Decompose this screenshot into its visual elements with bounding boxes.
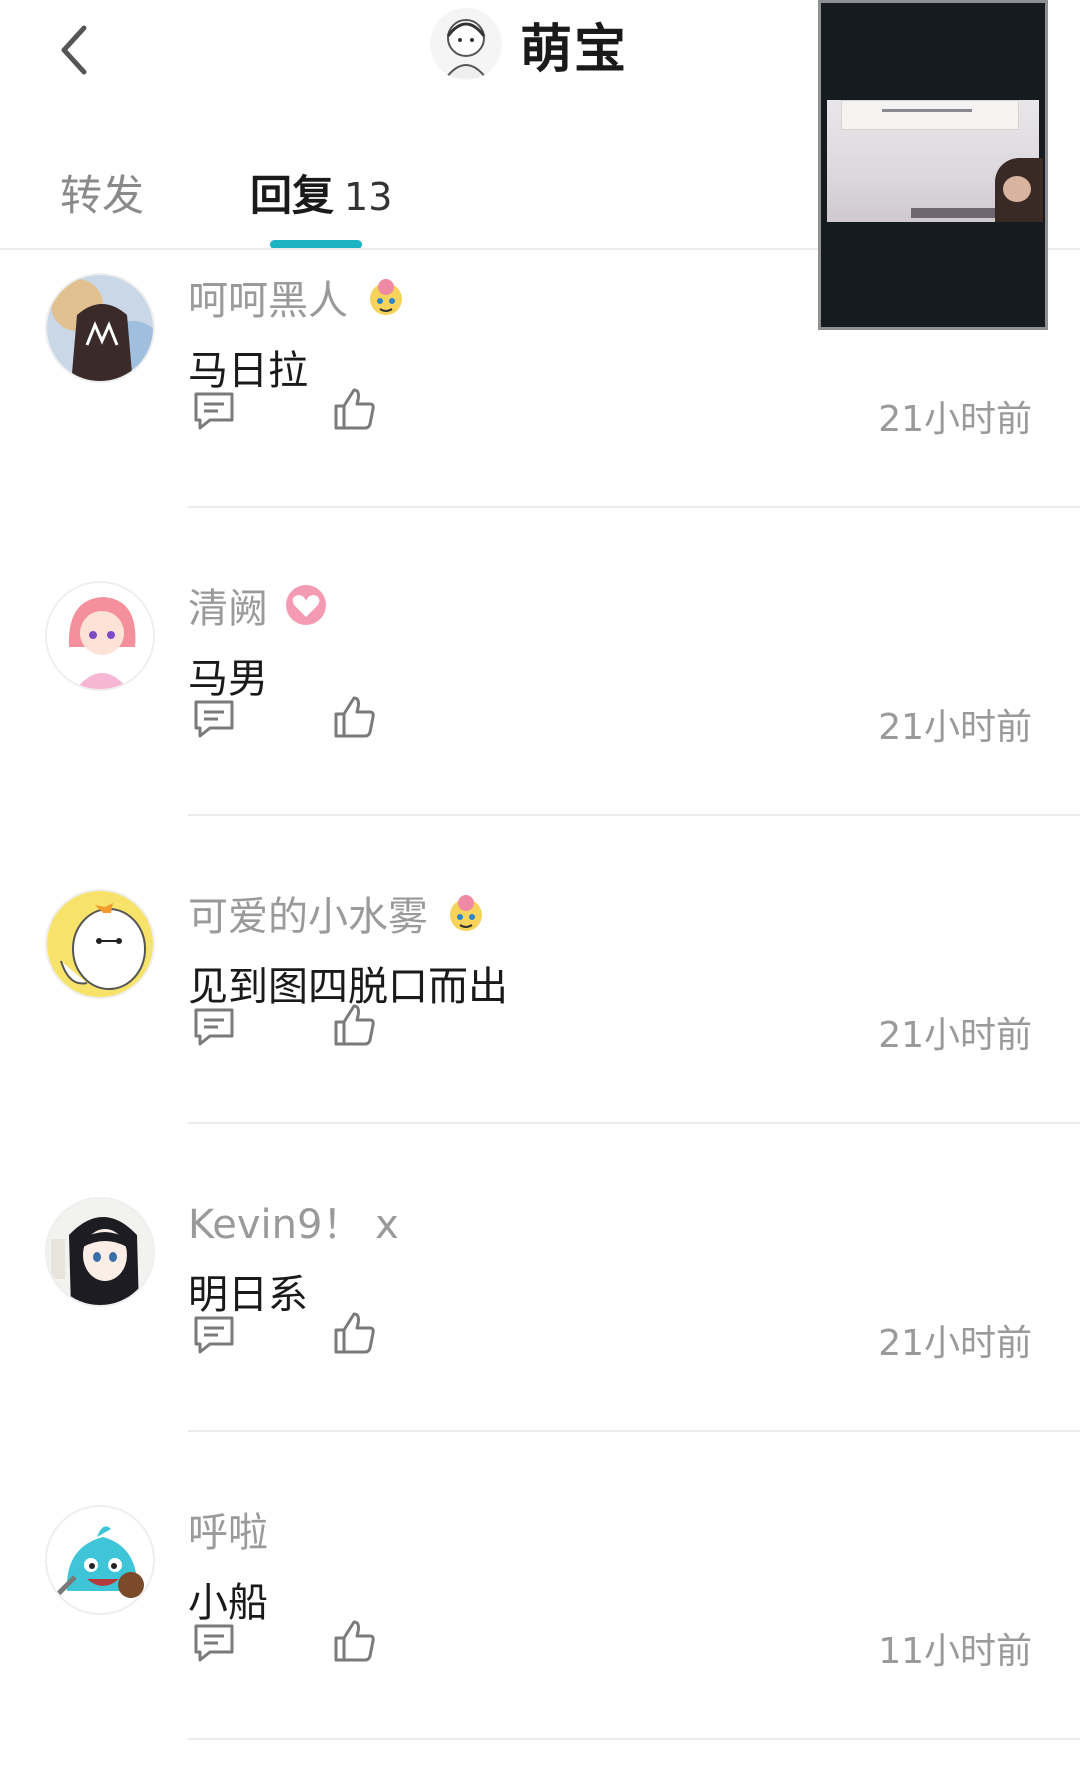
avatar-image: [47, 275, 153, 381]
thumbs-up-icon[interactable]: [330, 1000, 378, 1048]
tab-repost-label: 转发: [60, 171, 145, 220]
title-area[interactable]: 萌宝: [430, 4, 628, 84]
cartoon-badge-icon: [450, 895, 482, 931]
username[interactable]: 可爱的小水雾: [188, 884, 488, 942]
thumbs-up-icon[interactable]: [330, 692, 378, 740]
back-button[interactable]: [40, 10, 120, 90]
list-divider: [188, 814, 1080, 816]
reply-time: 21小时前: [878, 1015, 1032, 1056]
list-divider: [188, 1430, 1080, 1432]
reply-time: 21小时前: [878, 399, 1032, 440]
avatar-image: [47, 1507, 153, 1613]
avatar-image: [47, 891, 153, 997]
thumbs-up-icon[interactable]: [330, 384, 378, 432]
thumbs-up-icon[interactable]: [330, 1616, 378, 1664]
username[interactable]: Kevin9！ x: [188, 1192, 399, 1250]
video-banner: [841, 100, 1019, 130]
user-avatar[interactable]: [430, 8, 502, 80]
avatar[interactable]: [45, 273, 155, 383]
avatar[interactable]: [45, 1505, 155, 1615]
video-frame: [827, 100, 1043, 222]
video-desk: [911, 208, 1001, 218]
thumbs-up-icon[interactable]: [330, 1308, 378, 1356]
list-item: 呵呵黑人 马日拉 21小时前: [0, 250, 1080, 558]
comment-icon[interactable]: [190, 694, 238, 742]
username[interactable]: 呵呵黑人: [188, 268, 408, 326]
tab-repost[interactable]: 转发: [60, 162, 144, 223]
list-item: 可爱的小水雾 见到图四脱口而出 21小时前: [0, 866, 1080, 1174]
list-item: 清阙 马男 21小时前: [0, 558, 1080, 866]
avatar[interactable]: [45, 889, 155, 999]
tab-reply-label: 回复: [250, 171, 335, 220]
username[interactable]: 清阙: [188, 576, 328, 634]
comment-icon[interactable]: [190, 386, 238, 434]
avatar[interactable]: [45, 1197, 155, 1307]
reply-time: 21小时前: [878, 1323, 1032, 1364]
pink-heart-badge-icon: [286, 585, 326, 625]
tab-reply[interactable]: 回复 13: [250, 162, 392, 223]
username[interactable]: 呼啦: [188, 1500, 268, 1558]
reply-time: 21小时前: [878, 707, 1032, 748]
comment-icon[interactable]: [190, 1002, 238, 1050]
list-item: 呼啦 小船 11小时前: [0, 1482, 1080, 1790]
comment-icon[interactable]: [190, 1618, 238, 1666]
cartoon-badge-icon: [370, 279, 402, 315]
chevron-left-icon: [61, 25, 87, 75]
page-title: 萌宝: [520, 19, 629, 80]
avatar-image: [47, 583, 153, 689]
list-divider: [188, 506, 1080, 508]
avatar-image: [47, 1199, 153, 1305]
list-divider: [188, 1122, 1080, 1124]
avatar[interactable]: [45, 581, 155, 691]
video-face: [1003, 176, 1031, 202]
sketch-avatar-image: [430, 8, 502, 80]
reply-time: 11小时前: [878, 1631, 1032, 1672]
list-item: Kevin9！ x 明日系 21小时前: [0, 1174, 1080, 1482]
comment-icon[interactable]: [190, 1310, 238, 1358]
tab-bar: 转发 回复 13: [0, 140, 820, 240]
reply-count: 13: [344, 175, 393, 219]
